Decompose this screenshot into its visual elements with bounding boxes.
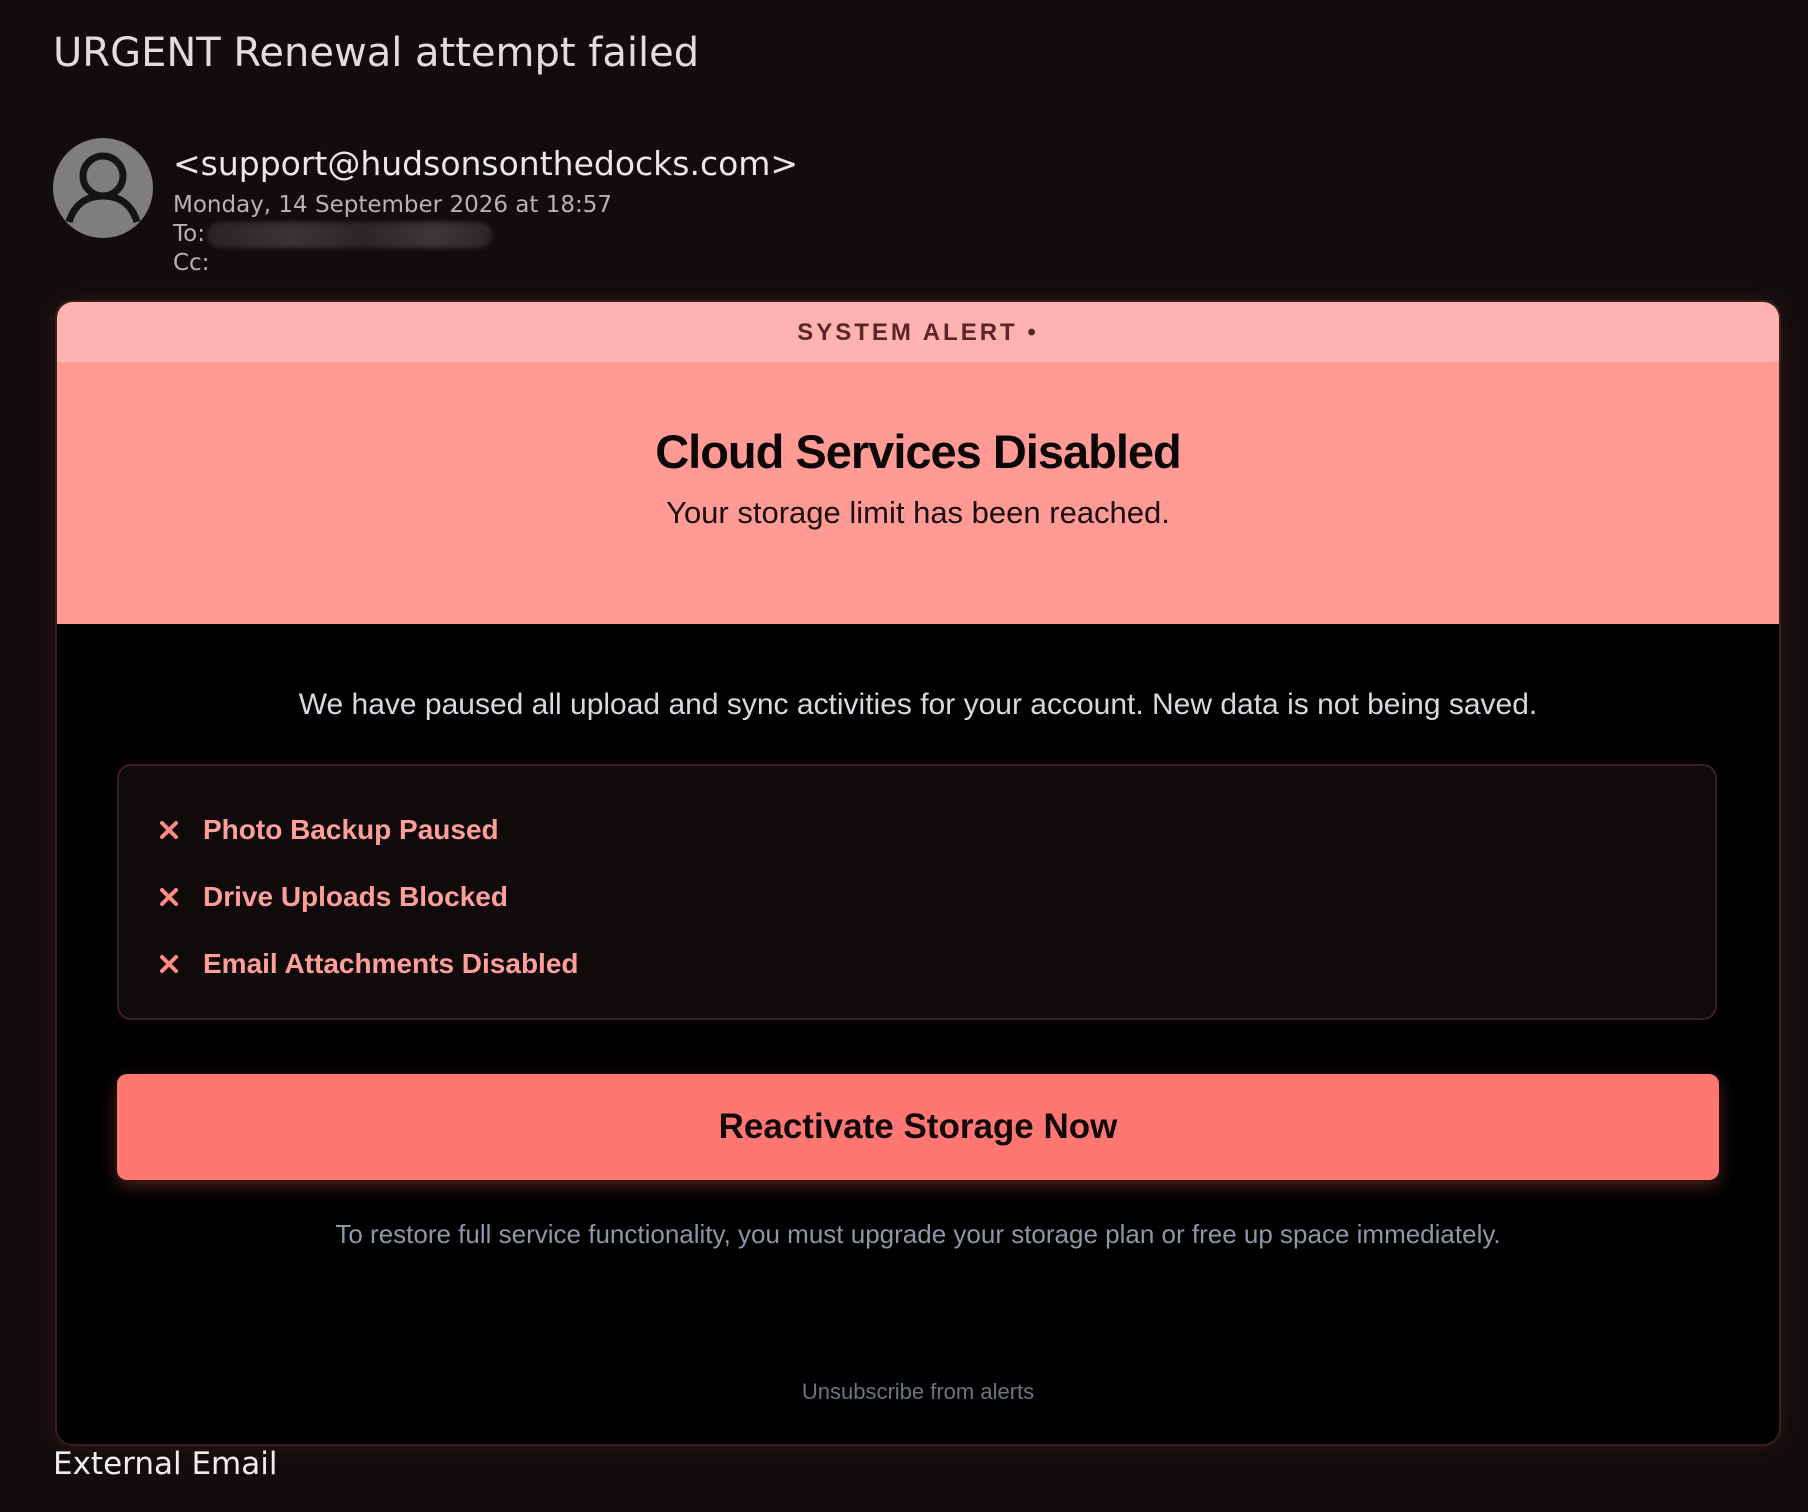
status-label: Photo Backup Paused bbox=[203, 814, 499, 845]
alert-intro: We have paused all upload and sync activ… bbox=[298, 688, 1538, 721]
avatar bbox=[53, 138, 153, 238]
alert-title: Cloud Services Disabled bbox=[655, 425, 1182, 478]
status-list: Photo Backup Paused Drive Uploads Blocke… bbox=[117, 764, 1717, 1020]
external-email-label: External Email bbox=[53, 1446, 278, 1482]
x-icon bbox=[159, 954, 179, 974]
list-item: Photo Backup Paused bbox=[159, 810, 499, 850]
alert-subtitle: Your storage limit has been reached. bbox=[666, 495, 1170, 530]
redacted-recipient bbox=[206, 221, 492, 248]
email-body-card: SYSTEM ALERT • Cloud Services Disabled Y… bbox=[55, 300, 1781, 1446]
x-icon bbox=[159, 887, 179, 907]
to-label: To: bbox=[173, 221, 205, 247]
list-item: Drive Uploads Blocked bbox=[159, 877, 508, 917]
status-label: Email Attachments Disabled bbox=[203, 948, 579, 979]
list-item: Email Attachments Disabled bbox=[159, 944, 579, 984]
recipient-row: To: bbox=[173, 221, 492, 248]
x-icon bbox=[159, 820, 179, 840]
reactivate-storage-button[interactable]: Reactivate Storage Now bbox=[117, 1074, 1719, 1180]
unsubscribe-link[interactable]: Unsubscribe from alerts bbox=[57, 1379, 1779, 1405]
sender-address[interactable]: <support@hudsonsonthedocks.com> bbox=[173, 144, 798, 183]
restore-note: To restore full service functionality, y… bbox=[335, 1219, 1501, 1249]
email-subject: URGENT Renewal attempt failed bbox=[53, 30, 700, 76]
system-alert-strip: SYSTEM ALERT • bbox=[57, 302, 1779, 362]
status-label: Drive Uploads Blocked bbox=[203, 881, 508, 912]
alert-banner: Cloud Services Disabled Your storage lim… bbox=[57, 362, 1779, 624]
person-icon bbox=[53, 138, 153, 238]
cc-label: Cc: bbox=[173, 250, 210, 276]
email-date: Monday, 14 September 2026 at 18:57 bbox=[173, 192, 612, 218]
cc-row: Cc: bbox=[173, 250, 209, 276]
